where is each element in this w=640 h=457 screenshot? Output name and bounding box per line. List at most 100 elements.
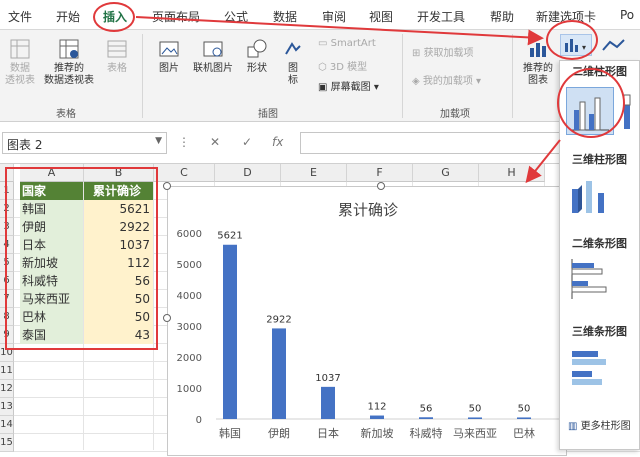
shapes-icon [247, 39, 267, 58]
bar [223, 244, 237, 419]
y-tick-label: 4000 [177, 291, 202, 302]
data-label: 5621 [217, 231, 242, 242]
table-icon [107, 40, 127, 58]
tab-9[interactable]: 帮助 [490, 8, 514, 25]
column-header-E[interactable]: E [281, 164, 347, 182]
picture-icon [159, 41, 179, 57]
tab-0[interactable]: 文件 [8, 8, 32, 25]
table-highlight-box [5, 167, 158, 350]
recommended-pivot-button[interactable]: 推荐的 数据透视表 [40, 38, 98, 87]
row-header-12[interactable]: 12 [0, 380, 14, 398]
x-tick-label: 科威特 [410, 426, 443, 440]
online-picture-button[interactable]: 联机图片 [188, 38, 238, 75]
row-header-11[interactable]: 11 [0, 362, 14, 380]
illustrations-group-label: 插图 [258, 109, 278, 120]
x-tick-label: 巴林 [513, 426, 535, 440]
clustered-bar-icon [571, 259, 607, 299]
chevron-down-icon[interactable]: ▼ [155, 136, 162, 146]
tab-7[interactable]: 视图 [369, 8, 393, 25]
icons-button[interactable]: 图 标 [278, 38, 308, 87]
column-chart: 累计确诊 0 1000 2000 3000 4000 5000 6000 韩国 伊朗 日本 新加坡 科威… [177, 201, 568, 440]
cancel-icon[interactable]: ✕ [210, 135, 220, 149]
y-tick-label: 3000 [177, 322, 202, 333]
bar [321, 386, 335, 419]
bar [468, 417, 482, 419]
table-button[interactable]: 表格 [100, 38, 134, 75]
smartart-button[interactable]: ▭ SmartArt [318, 38, 376, 49]
smartart-label: SmartArt [330, 38, 376, 49]
3d-bar-option[interactable] [566, 343, 614, 391]
clustered-column-highlight [557, 68, 625, 138]
picture-button[interactable]: 图片 [152, 38, 186, 75]
pivot-table-label: 数据 透视表 [5, 63, 35, 86]
clustered-bar-option[interactable] [566, 255, 614, 303]
column-header-H[interactable]: H [479, 164, 545, 182]
tab-3[interactable]: 页面布局 [152, 8, 200, 25]
x-tick-label: 日本 [317, 426, 339, 440]
y-tick-label: 6000 [177, 229, 202, 240]
shapes-label: 形状 [247, 63, 267, 74]
tab-6[interactable]: 审阅 [322, 8, 346, 25]
table-group-label: 表格 [56, 109, 76, 120]
row-header-15[interactable]: 15 [0, 434, 14, 452]
data-label: 2922 [266, 314, 291, 325]
screenshot-button[interactable]: ▣ 屏幕截图 ▾ [318, 78, 379, 93]
x-tick-label: 韩国 [219, 426, 241, 440]
tab-5[interactable]: 数据 [273, 8, 297, 25]
insert-function-button[interactable]: fx [272, 135, 283, 149]
name-box-value: 图表 2 [7, 138, 43, 152]
data-label: 50 [469, 403, 482, 414]
chart-resize-handle[interactable] [163, 182, 171, 190]
get-addins-button[interactable]: ⊞ 获取加载项 [412, 44, 474, 59]
column-header-C[interactable]: C [154, 164, 215, 182]
chart-area[interactable]: 累计确诊 0 1000 2000 3000 4000 5000 6000 韩国 伊朗 日本 新加坡 科威… [167, 186, 568, 456]
3d-column-icon [572, 181, 604, 213]
name-box[interactable]: 图表 2 ▼ [2, 132, 167, 154]
icons-icon [285, 42, 301, 55]
my-addins-button[interactable]: ◈ 我的加载项 ▾ [412, 72, 481, 87]
line-chart-icon [602, 39, 625, 51]
column-header-D[interactable]: D [215, 164, 281, 182]
3d-bar-icon [572, 351, 606, 385]
y-tick-label: 1000 [177, 384, 202, 395]
more-column-charts-label: 更多柱形图 [580, 421, 631, 432]
formula-bar: 图表 2 ▼ ⋮ ✕ ✓ fx [0, 122, 640, 164]
tab-1[interactable]: 开始 [56, 8, 80, 25]
tab-4[interactable]: 公式 [224, 8, 248, 25]
chart-resize-handle[interactable] [377, 182, 385, 190]
icons-label: 图 标 [288, 63, 298, 86]
shapes-button[interactable]: 形状 [240, 38, 274, 75]
my-addins-label: 我的加载项 [422, 76, 473, 87]
table-label: 表格 [107, 63, 127, 74]
get-addins-label: 获取加载项 [423, 48, 474, 59]
insert-tab-highlight [93, 2, 135, 32]
pivot-table-button[interactable]: 数据 透视表 [2, 38, 38, 87]
addins-group-label: 加载项 [440, 109, 470, 120]
recommended-pivot-label: 推荐的 数据透视表 [44, 63, 94, 86]
chart-button-highlight [546, 20, 598, 60]
group-separator [512, 34, 513, 118]
column-header-F[interactable]: F [347, 164, 413, 182]
enter-icon[interactable]: ✓ [242, 135, 252, 149]
screenshot-label: 屏幕截图 [330, 82, 371, 93]
y-tick-label: 5000 [177, 260, 202, 271]
recommended-pivot-icon [59, 39, 79, 59]
x-tick-label: 新加坡 [361, 426, 394, 440]
3d-model-button[interactable]: ⬡ 3D 模型 [318, 58, 367, 73]
column-header-G[interactable]: G [413, 164, 479, 182]
tab-11[interactable]: Po [620, 8, 634, 22]
column-chart-small-icon: ▥ [568, 421, 578, 432]
group-separator [402, 34, 403, 118]
bar [370, 415, 384, 419]
line-chart-button[interactable] [600, 36, 630, 54]
gallery-section-3d-bar: 三维条形图 [572, 325, 627, 338]
more-column-charts-link[interactable]: ▥ 更多柱形图 [568, 417, 631, 432]
data-label: 112 [367, 402, 386, 413]
tab-8[interactable]: 开发工具 [417, 8, 465, 25]
chart-title: 累计确诊 [338, 201, 398, 219]
3d-column-option[interactable] [566, 171, 614, 219]
row-header-13[interactable]: 13 [0, 398, 14, 416]
row-header-14[interactable]: 14 [0, 416, 14, 434]
bar [419, 417, 433, 419]
chart-resize-handle[interactable] [163, 314, 171, 322]
